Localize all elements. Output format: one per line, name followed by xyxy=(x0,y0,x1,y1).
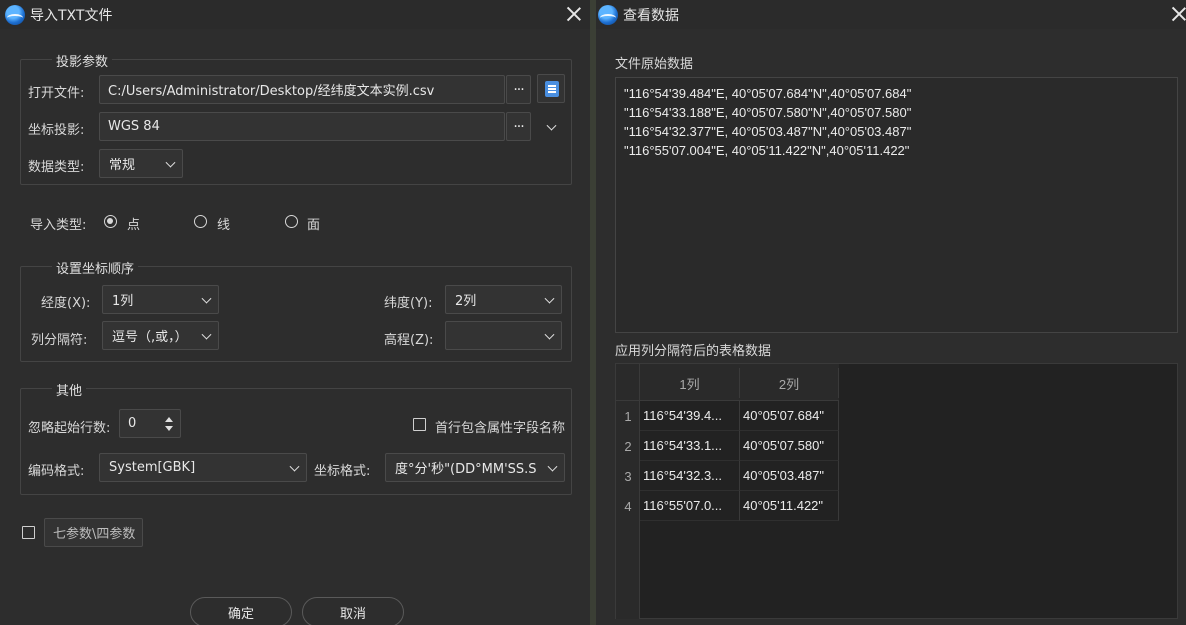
coord-format-value: 度°分'秒"(DD°MM'SS.SSS") xyxy=(395,462,537,477)
coord-projection-label: 坐标投影: xyxy=(28,123,85,138)
chevron-down-icon xyxy=(201,329,212,340)
projection-group-title: 投影参数 xyxy=(52,51,113,70)
spin-down-icon[interactable] xyxy=(165,426,173,431)
coord-order-group-title: 设置坐标顺序 xyxy=(52,258,139,277)
import-type-line-label[interactable]: 线 xyxy=(217,214,230,233)
column-separator-label: 列分隔符: xyxy=(31,333,88,348)
longitude-label: 经度(X): xyxy=(41,296,91,311)
latitude-value: 2列 xyxy=(455,294,477,309)
table-cell[interactable]: 40°05'11.422" xyxy=(740,491,839,521)
import-type-polygon-radio[interactable] xyxy=(285,215,298,228)
data-type-select[interactable]: 常规 xyxy=(99,149,183,178)
parsed-data-table: 1列 2列 1 116°54'39.4... 40°05'07.684" 2 1… xyxy=(615,363,1178,619)
other-group-title: 其他 xyxy=(52,380,87,399)
import-dialog-close-icon[interactable] xyxy=(563,3,585,25)
column-separator-value: 逗号（,或，） xyxy=(112,330,188,345)
chevron-down-icon xyxy=(201,293,212,304)
import-type-label: 导入类型: xyxy=(30,218,87,233)
import-dialog-titlebar: 导入TXT文件 xyxy=(0,0,590,29)
table-row-index: 4 xyxy=(624,498,632,514)
encoding-select[interactable]: System[GBK] xyxy=(99,453,307,482)
table-header-col2[interactable]: 2列 xyxy=(740,368,839,398)
chevron-down-icon xyxy=(547,461,558,472)
table-cell[interactable]: 116°55'07.0... xyxy=(640,491,740,521)
data-type-label: 数据类型: xyxy=(28,160,85,175)
table-cell[interactable]: 116°54'33.1... xyxy=(640,431,740,461)
raw-data-textbox[interactable]: "116°54'39.484"E, 40°05'07.684"N",40°05'… xyxy=(615,77,1178,333)
data-type-value: 常规 xyxy=(109,158,136,173)
chevron-down-icon xyxy=(544,329,555,340)
longitude-select[interactable]: 1列 xyxy=(102,285,219,314)
table-row-index: 2 xyxy=(624,438,632,454)
chevron-down-icon xyxy=(289,461,300,472)
view-data-dialog: 查看数据 文件原始数据 "116°54'39.484"E, 40°05'07.6… xyxy=(596,0,1186,625)
import-type-polygon-label[interactable]: 面 xyxy=(307,214,320,233)
header-row-label[interactable]: 首行包含属性字段名称 xyxy=(435,417,565,436)
raw-data-line: "116°54'33.188"E, 40°05'07.580"N",40°05'… xyxy=(624,105,912,120)
view-data-title: 查看数据 xyxy=(623,7,679,24)
table-row-index: 3 xyxy=(624,468,632,484)
browse-file-button[interactable]: ··· xyxy=(506,75,531,104)
longitude-value: 1列 xyxy=(112,294,134,309)
app-logo-icon xyxy=(5,4,25,25)
spin-up-icon[interactable] xyxy=(165,417,173,422)
import-dialog-title: 导入TXT文件 xyxy=(30,7,113,24)
browse-projection-button[interactable]: ··· xyxy=(506,112,531,141)
table-header-col1[interactable]: 1列 xyxy=(640,368,740,398)
coord-format-select[interactable]: 度°分'秒"(DD°MM'SS.SSS") xyxy=(385,453,565,482)
elevation-select[interactable] xyxy=(445,321,562,350)
column-separator-select[interactable]: 逗号（,或，） xyxy=(102,321,219,350)
skip-rows-value: 0 xyxy=(128,416,137,431)
encoding-value: System[GBK] xyxy=(109,460,196,475)
chevron-down-icon xyxy=(165,157,176,168)
elevation-label: 高程(Z): xyxy=(384,333,434,348)
table-cell[interactable]: 40°05'03.487" xyxy=(740,461,839,491)
table-cell[interactable]: 116°54'39.4... xyxy=(640,401,740,431)
raw-data-line: "116°55'07.004"E, 40°05'11.422"N",40°05'… xyxy=(624,143,910,158)
import-type-point-radio[interactable] xyxy=(104,215,117,228)
cancel-button[interactable]: 取消 xyxy=(302,597,404,625)
raw-data-line: "116°54'39.484"E, 40°05'07.684"N",40°05'… xyxy=(624,86,912,101)
raw-data-title: 文件原始数据 xyxy=(615,57,694,72)
skip-rows-spinbox[interactable]: 0 xyxy=(119,409,181,438)
app-logo-icon xyxy=(598,4,618,25)
raw-data-line: "116°54'32.377"E, 40°05'03.487"N",40°05'… xyxy=(624,124,912,139)
table-cell[interactable]: 40°05'07.684" xyxy=(740,401,839,431)
table-row-index: 1 xyxy=(624,408,632,424)
import-txt-dialog: 导入TXT文件 投影参数 打开文件: C:/Users/Administrato… xyxy=(0,0,590,625)
coord-format-label: 坐标格式: xyxy=(314,464,371,479)
view-data-close-icon[interactable] xyxy=(1168,3,1186,25)
seven-params-checkbox[interactable] xyxy=(22,526,35,539)
table-data-title: 应用列分隔符后的表格数据 xyxy=(615,344,772,359)
header-row-checkbox[interactable] xyxy=(413,418,426,431)
expand-projection-chevron-icon[interactable] xyxy=(537,112,565,141)
latitude-label: 纬度(Y): xyxy=(384,296,433,311)
import-type-point-label[interactable]: 点 xyxy=(127,214,140,233)
seven-params-button[interactable]: 七参数\四参数 xyxy=(44,518,143,547)
latitude-select[interactable]: 2列 xyxy=(445,285,562,314)
chevron-down-icon xyxy=(544,293,555,304)
skip-rows-label: 忽略起始行数: xyxy=(28,421,111,436)
table-cell[interactable]: 40°05'07.580" xyxy=(740,431,839,461)
encoding-label: 编码格式: xyxy=(28,464,85,479)
file-viewer-icon[interactable] xyxy=(537,74,565,103)
coord-projection-input[interactable]: WGS 84 xyxy=(99,112,505,141)
view-data-titlebar: 查看数据 xyxy=(596,0,1186,29)
ok-button[interactable]: 确定 xyxy=(190,597,292,625)
table-cell[interactable]: 116°54'32.3... xyxy=(640,461,740,491)
open-file-input[interactable]: C:/Users/Administrator/Desktop/经纬度文本实例.c… xyxy=(99,75,505,104)
import-type-line-radio[interactable] xyxy=(194,215,207,228)
open-file-label: 打开文件: xyxy=(28,86,85,101)
table-corner xyxy=(616,364,640,401)
